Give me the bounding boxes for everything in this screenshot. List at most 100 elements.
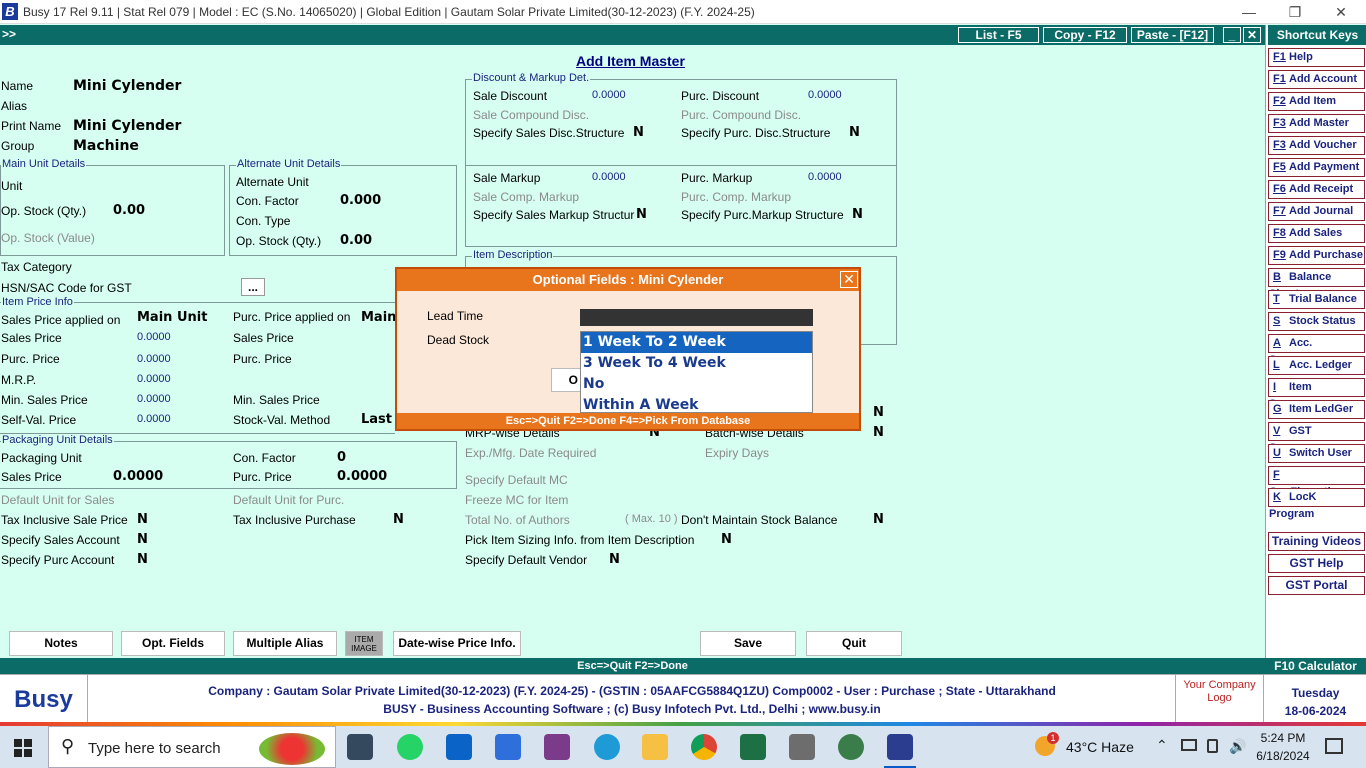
task-view-icon[interactable] bbox=[347, 734, 373, 760]
dont-maintain-field[interactable]: N bbox=[873, 512, 884, 527]
pkg-con-factor-field[interactable]: 0 bbox=[337, 450, 346, 465]
shortcut-balance-sheet[interactable]: BBalance Sheet bbox=[1268, 268, 1365, 300]
purc-markup-field[interactable]: 0.0000 bbox=[808, 171, 842, 183]
whatsapp-icon[interactable] bbox=[397, 734, 423, 760]
shortcut-item-ledger[interactable]: G Item LedGer bbox=[1268, 400, 1365, 419]
list-button[interactable]: List - F5 bbox=[958, 27, 1039, 43]
notification-center-icon[interactable] bbox=[1325, 738, 1343, 754]
stock-val-method-field[interactable]: Last bbox=[361, 412, 392, 427]
copy-button[interactable]: Copy - F12 bbox=[1043, 27, 1127, 43]
chrome-icon[interactable] bbox=[691, 734, 717, 760]
shortcut-add-journal[interactable]: F7 Add Journal bbox=[1268, 202, 1365, 221]
notes-button[interactable]: Notes bbox=[9, 631, 113, 656]
alt-op-stock-field[interactable]: 0.00 bbox=[340, 233, 372, 248]
file-explorer-icon[interactable] bbox=[642, 734, 668, 760]
spec-sales-disc-field[interactable]: N bbox=[633, 125, 644, 140]
taskbar-time[interactable]: 5:24 PM bbox=[1256, 731, 1310, 745]
shortcut-stock-status[interactable]: S Stock Status bbox=[1268, 312, 1365, 331]
op-stock-qty-field[interactable]: 0.00 bbox=[113, 203, 145, 218]
gst-help-button[interactable]: GST Help bbox=[1268, 554, 1365, 573]
name-field[interactable]: Mini Cylender bbox=[73, 78, 181, 94]
purc-discount-field[interactable]: 0.0000 bbox=[808, 89, 842, 101]
shortcut-add-account[interactable]: F1 Add Account bbox=[1268, 70, 1365, 89]
shortcut-add-purchase[interactable]: F9 Add Purchase bbox=[1268, 246, 1365, 265]
volume-icon[interactable]: 🔊 bbox=[1229, 738, 1246, 755]
mail-icon[interactable] bbox=[446, 734, 472, 760]
min-sales-price-field[interactable]: 0.0000 bbox=[137, 393, 171, 405]
pkg-sales-price-field[interactable]: 0.0000 bbox=[113, 469, 163, 484]
close-button[interactable]: ✕ bbox=[1326, 2, 1356, 22]
shortcut-gst-summary[interactable]: VGST Summary bbox=[1268, 422, 1365, 454]
mrp-field[interactable]: 0.0000 bbox=[137, 373, 171, 385]
gst-portal-button[interactable]: GST Portal bbox=[1268, 576, 1365, 595]
sales-price-field[interactable]: 0.0000 bbox=[137, 331, 171, 343]
paste-button[interactable]: Paste - [F12] bbox=[1131, 27, 1214, 43]
tally-icon[interactable] bbox=[838, 734, 864, 760]
spec-purc-markup-field[interactable]: N bbox=[852, 207, 863, 222]
print-name-field[interactable]: Mini Cylender bbox=[73, 118, 181, 134]
quit-button[interactable]: Quit bbox=[806, 631, 902, 656]
training-videos-button[interactable]: Training Videos bbox=[1268, 532, 1365, 551]
battery-icon[interactable] bbox=[1207, 739, 1218, 753]
dialog-ok-button[interactable]: O bbox=[551, 368, 581, 392]
weather-text[interactable]: 43°C Haze bbox=[1066, 739, 1134, 755]
sale-discount-field[interactable]: 0.0000 bbox=[592, 89, 626, 101]
shortcut-item-summary[interactable]: IItem Summary bbox=[1268, 378, 1365, 410]
expand-button[interactable]: >> bbox=[2, 27, 16, 41]
chevron-up-icon[interactable]: ⌃ bbox=[1156, 737, 1168, 754]
dialog-close-button[interactable]: ✕ bbox=[840, 271, 858, 288]
shortcut-add-sales[interactable]: F8 Add Sales bbox=[1268, 224, 1365, 243]
shortcut-acc-ledger[interactable]: L Acc. Ledger bbox=[1268, 356, 1365, 375]
shortcut-add-master[interactable]: F3 Add Master bbox=[1268, 114, 1365, 133]
network-icon[interactable] bbox=[1181, 739, 1197, 751]
shortcut-add-receipt[interactable]: F6 Add Receipt bbox=[1268, 180, 1365, 199]
shortcut-switch-user[interactable]: U Switch User bbox=[1268, 444, 1365, 463]
tax-incl-sale-field[interactable]: N bbox=[137, 512, 148, 527]
calculator-icon[interactable] bbox=[789, 734, 815, 760]
multiple-alias-button[interactable]: Multiple Alias bbox=[233, 631, 337, 656]
item-image-button[interactable]: ITEM IMAGE bbox=[345, 631, 383, 656]
busy-icon[interactable] bbox=[887, 734, 913, 760]
date-wise-price-button[interactable]: Date-wise Price Info. bbox=[393, 631, 521, 656]
form-minimize-button[interactable]: _ bbox=[1223, 27, 1241, 43]
pkg-purc-price-field[interactable]: 0.0000 bbox=[337, 469, 387, 484]
windows-start-icon[interactable] bbox=[14, 739, 32, 757]
save-button[interactable]: Save bbox=[700, 631, 796, 656]
shortcut-add-item[interactable]: F2 Add Item bbox=[1268, 92, 1365, 111]
pick-sizing-field[interactable]: N bbox=[721, 532, 732, 547]
opt-fields-button[interactable]: Opt. Fields bbox=[121, 631, 225, 656]
purc-price-applied-field[interactable]: Main bbox=[361, 310, 396, 325]
spec-purc-acc-field[interactable]: N bbox=[137, 552, 148, 567]
shortcut-configuration[interactable]: FConFiguration bbox=[1268, 466, 1365, 498]
lead-time-field[interactable] bbox=[580, 309, 813, 326]
shortcut-help[interactable]: F1 Help bbox=[1268, 48, 1365, 67]
lead-time-dropdown[interactable]: 1 Week To 2 Week 3 Week To 4 Week No Wit… bbox=[580, 331, 813, 413]
excel-icon[interactable] bbox=[740, 734, 766, 760]
self-val-price-field[interactable]: 0.0000 bbox=[137, 413, 171, 425]
minimize-button[interactable]: — bbox=[1234, 2, 1264, 22]
form-close-button[interactable]: ✕ bbox=[1243, 27, 1261, 43]
spec-vendor-field[interactable]: N bbox=[609, 552, 620, 567]
shortcut-lock-program[interactable]: K LocK Program bbox=[1268, 488, 1365, 520]
winrar-icon[interactable] bbox=[544, 734, 570, 760]
group-field[interactable]: Machine bbox=[73, 138, 139, 154]
spec-sales-acc-field[interactable]: N bbox=[137, 532, 148, 547]
batch-wise-field[interactable]: N bbox=[873, 425, 884, 440]
edge-icon[interactable] bbox=[594, 734, 620, 760]
dropdown-option[interactable]: 1 Week To 2 Week bbox=[581, 332, 812, 353]
spec-purc-disc-field[interactable]: N bbox=[849, 125, 860, 140]
shortcut-acc-summary[interactable]: AAcc. Summary bbox=[1268, 334, 1365, 366]
purc-price-field[interactable]: 0.0000 bbox=[137, 353, 171, 365]
sale-markup-field[interactable]: 0.0000 bbox=[592, 171, 626, 183]
con-factor-field[interactable]: 0.000 bbox=[340, 193, 381, 208]
taskbar-date[interactable]: 6/18/2024 bbox=[1252, 749, 1314, 763]
sales-price-applied-field[interactable]: Main Unit bbox=[137, 310, 207, 325]
restore-button[interactable]: ❐ bbox=[1280, 2, 1310, 22]
dropdown-option[interactable]: No bbox=[581, 374, 812, 395]
shortcut-add-payment[interactable]: F5 Add Payment bbox=[1268, 158, 1365, 177]
shortcut-trial-balance[interactable]: T Trial Balance bbox=[1268, 290, 1365, 309]
hsn-picker-button[interactable]: ... bbox=[241, 278, 265, 296]
dropdown-option[interactable]: 3 Week To 4 Week bbox=[581, 353, 812, 374]
spec-sales-markup-field[interactable]: N bbox=[636, 207, 647, 222]
shortcut-add-voucher[interactable]: F3 Add Voucher bbox=[1268, 136, 1365, 155]
